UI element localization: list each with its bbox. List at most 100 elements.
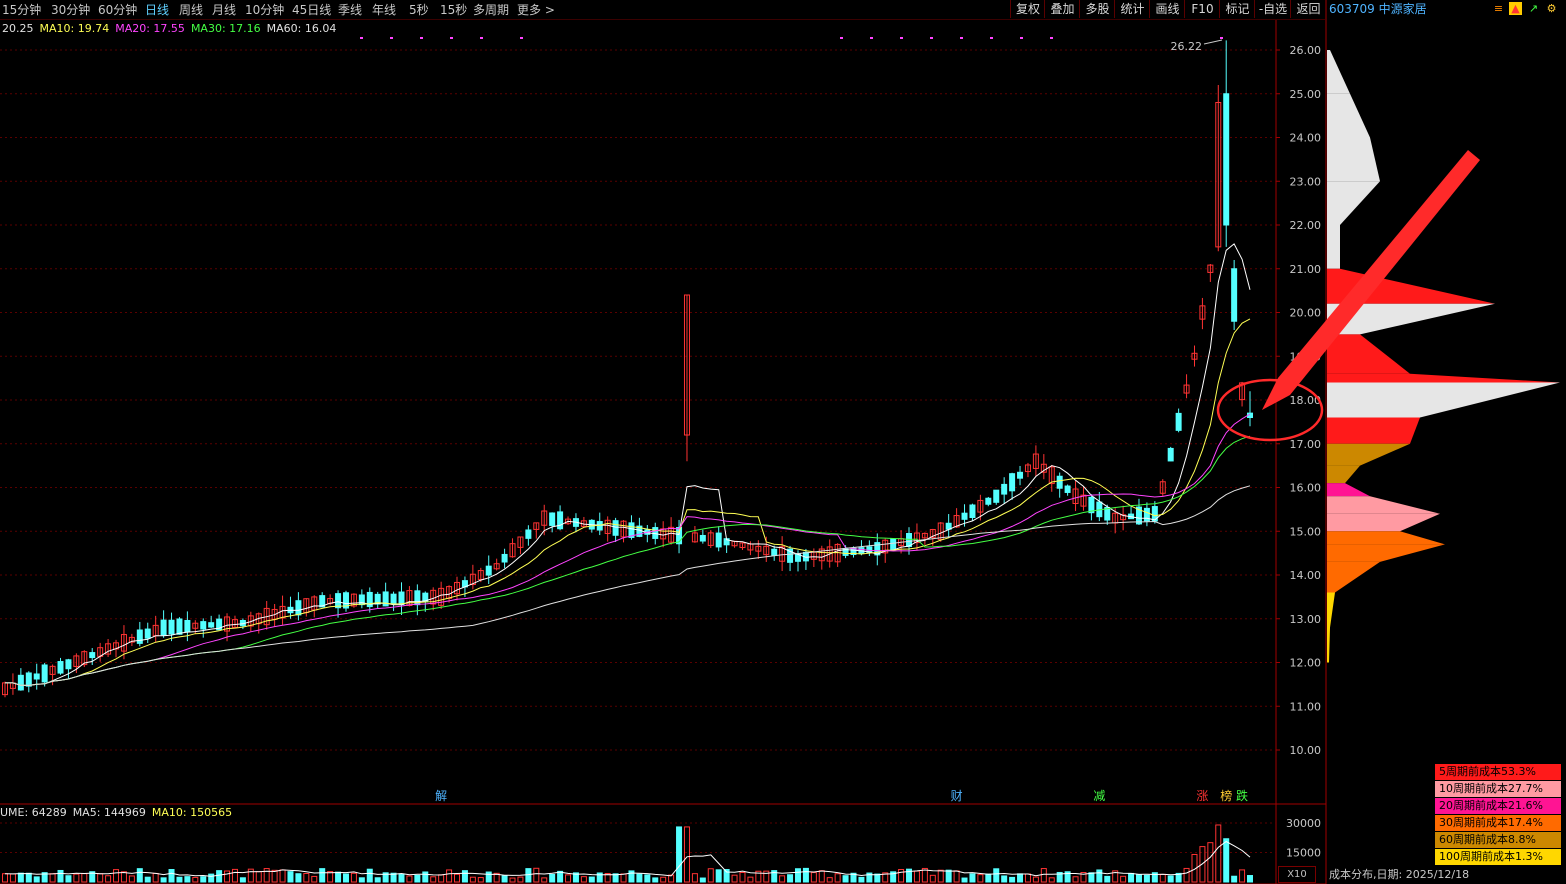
volume-bar <box>97 873 104 883</box>
price-tick-label: 26.00 <box>1290 44 1322 57</box>
candle-body <box>1175 412 1182 431</box>
volume-bar <box>438 874 445 883</box>
volume-bar <box>660 876 667 883</box>
volume-bar <box>1215 824 1222 883</box>
volume-bar <box>446 869 453 883</box>
volume-bar <box>303 872 310 883</box>
volume-bar <box>271 869 278 883</box>
volume-bar <box>874 873 881 883</box>
candle-body <box>89 652 96 659</box>
candle-body <box>699 534 706 542</box>
candle-body <box>25 672 32 687</box>
cost-distribution-band <box>1327 373 1560 383</box>
cost-distribution-icon[interactable]: ▲ <box>1509 2 1522 15</box>
cost-distribution-band <box>1327 544 1445 562</box>
cost-distribution-band <box>1327 465 1360 484</box>
volume-bar <box>311 875 318 883</box>
candle-body <box>390 593 397 604</box>
candle-body <box>525 529 532 539</box>
signal-dot <box>450 37 453 39</box>
candle-body <box>200 621 207 630</box>
volume-bar <box>25 872 32 883</box>
candle-body <box>295 600 302 616</box>
cost-distribution-band <box>1327 334 1410 374</box>
volume-bar <box>17 872 24 883</box>
candle-body <box>969 504 976 519</box>
price-tick-label: 13.00 <box>1290 613 1322 626</box>
volume-bar <box>739 872 746 883</box>
volume-bar <box>826 877 833 883</box>
candle-body <box>160 619 167 636</box>
signal-dot <box>1220 37 1223 39</box>
volume-bar <box>810 872 817 883</box>
cost-legend-row: 5周期前成本53.3% <box>1435 764 1561 780</box>
cost-distribution-band <box>1327 382 1560 418</box>
volume-bar <box>691 873 698 883</box>
signal-dot <box>1020 37 1023 39</box>
volume-bar <box>1223 838 1230 883</box>
volume-bar <box>580 876 587 883</box>
volume-bar <box>1024 873 1031 883</box>
price-tick-label: 24.00 <box>1290 132 1322 145</box>
volume-bar <box>557 870 564 883</box>
volume-bar <box>279 869 286 883</box>
volume-bar <box>485 871 492 883</box>
volume-bar <box>707 868 714 883</box>
signal-dot <box>390 37 393 39</box>
settings-icon[interactable]: ⚙ <box>1545 2 1558 15</box>
volume-bar <box>953 870 960 883</box>
volume-bar <box>1159 873 1166 883</box>
volume-bar <box>501 875 508 883</box>
price-tick-label: 21.00 <box>1290 263 1322 276</box>
volume-bar <box>620 873 627 883</box>
kline-chart[interactable]: 26.0025.0024.0023.0022.0021.0020.0019.00… <box>0 0 1566 884</box>
signal-dot <box>960 37 963 39</box>
menu-lines-icon[interactable]: ≡ <box>1492 2 1505 15</box>
cost-legend-row: 10周期前成本27.7% <box>1435 781 1561 797</box>
volume-bar <box>1040 868 1047 883</box>
volume-bar <box>81 873 88 883</box>
volume-bar <box>366 868 373 883</box>
volume-bar <box>794 868 801 883</box>
volume-bar <box>128 875 135 883</box>
price-tick-label: 23.00 <box>1290 175 1322 188</box>
event-marker: 解 <box>435 789 447 803</box>
volume-bar <box>1096 869 1103 883</box>
volume-bar <box>565 874 572 883</box>
volume-bar <box>1072 876 1079 883</box>
candle-body <box>1231 268 1238 322</box>
volume-bar <box>1104 875 1111 883</box>
stock-chart-window: 15分钟 30分钟 60分钟 日线 周线 月线 10分钟 45日线 季线 年线 … <box>0 0 1566 884</box>
cost-distribution-band <box>1327 93 1370 138</box>
volume-bar <box>168 869 175 883</box>
price-tick-label: 15.00 <box>1290 525 1322 538</box>
cost-distribution-band <box>1327 443 1410 466</box>
cost-distribution-band <box>1327 50 1350 94</box>
volume-bar <box>1231 875 1238 883</box>
price-tick-label: 11.00 <box>1290 700 1322 713</box>
volume-bar <box>842 875 849 883</box>
volume-bar <box>588 876 595 883</box>
volume-bar <box>644 874 651 883</box>
price-tick-label: 12.00 <box>1290 657 1322 670</box>
volume-bar <box>1135 874 1142 883</box>
candle-body <box>1056 475 1063 489</box>
zoom-button[interactable]: X10 <box>1278 866 1316 883</box>
event-marker: 涨 <box>1196 788 1208 803</box>
volume-bar <box>461 870 468 883</box>
volume-ma5-line <box>4 840 1251 877</box>
arrow-up-icon[interactable]: ↗ <box>1527 2 1540 15</box>
candle-body <box>144 628 151 639</box>
event-marker: 榜 <box>1220 788 1232 803</box>
volume-bar <box>9 873 16 883</box>
highlight-circle <box>1216 378 1324 442</box>
volume-bar <box>350 872 357 883</box>
candle-body <box>993 489 1000 503</box>
volume-bar <box>239 877 246 883</box>
cost-distribution-band <box>1327 483 1370 497</box>
volume-bar <box>342 873 349 883</box>
volume-bar <box>358 877 365 883</box>
volume-bar <box>374 877 381 883</box>
ma10-line <box>5 318 1251 687</box>
price-tick-label: 17.00 <box>1290 438 1322 451</box>
